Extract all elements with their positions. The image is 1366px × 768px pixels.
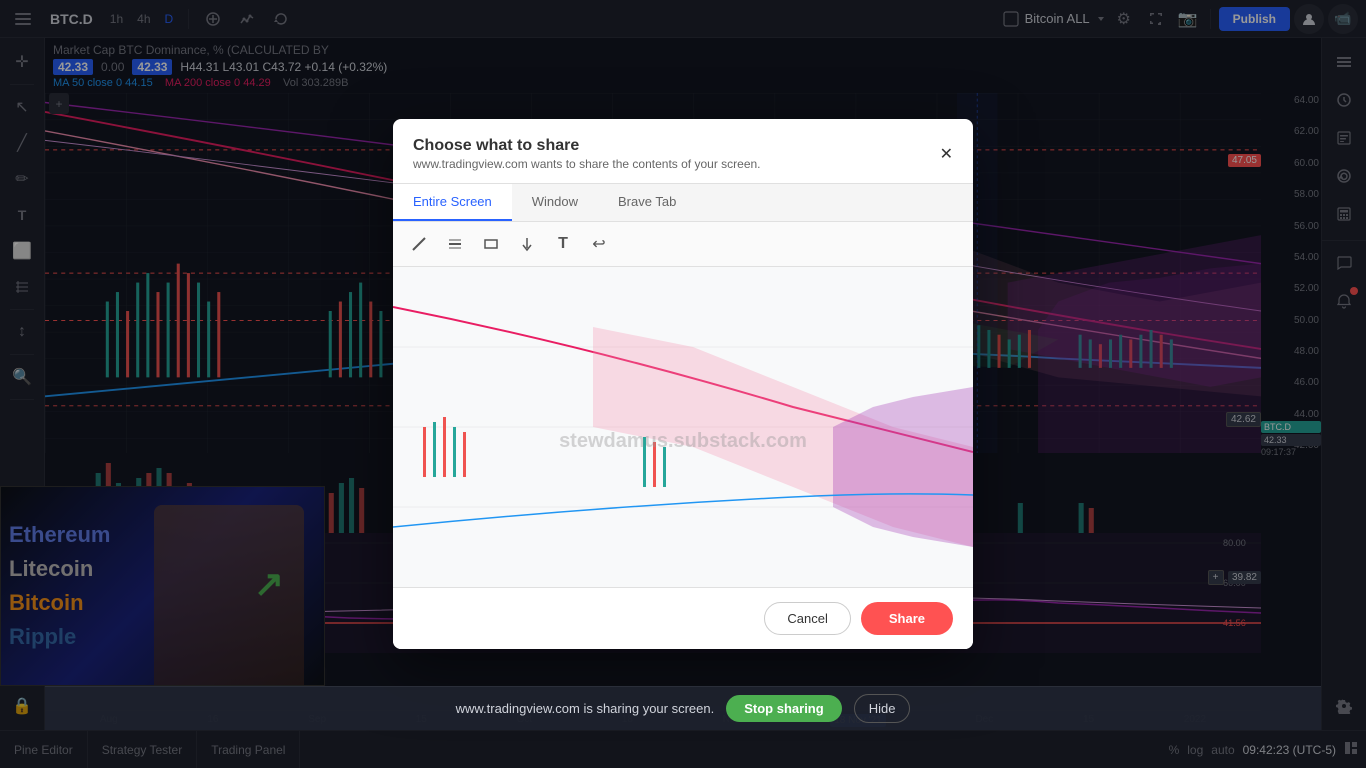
preview-chart: stewdamus.substack.com bbox=[393, 267, 973, 587]
share-button[interactable]: Share bbox=[861, 602, 953, 635]
tab-window[interactable]: Window bbox=[512, 184, 598, 221]
stop-sharing-button[interactable]: Stop sharing bbox=[726, 695, 841, 722]
undo-tool[interactable]: ↩ bbox=[585, 230, 613, 258]
hide-button[interactable]: Hide bbox=[854, 694, 911, 723]
draw-horizontal-tool[interactable] bbox=[441, 230, 469, 258]
tab-entire-screen[interactable]: Entire Screen bbox=[393, 184, 512, 221]
screen-share-message: www.tradingview.com is sharing your scre… bbox=[456, 701, 715, 716]
dialog-tabs: Entire Screen Window Brave Tab bbox=[393, 184, 973, 222]
dialog-header: Choose what to share www.tradingview.com… bbox=[393, 119, 973, 184]
dialog-header-text: Choose what to share www.tradingview.com… bbox=[413, 137, 761, 171]
dialog-content: stewdamus.substack.com bbox=[393, 267, 973, 587]
text-dialog-tool[interactable]: T bbox=[549, 230, 577, 258]
dialog-close-icon[interactable]: ✕ bbox=[940, 144, 953, 164]
cancel-button[interactable]: Cancel bbox=[764, 602, 850, 635]
dialog-subtitle: www.tradingview.com wants to share the c… bbox=[413, 157, 761, 171]
tab-brave[interactable]: Brave Tab bbox=[598, 184, 696, 221]
draw-line-tool[interactable] bbox=[405, 230, 433, 258]
share-dialog: Choose what to share www.tradingview.com… bbox=[393, 119, 973, 649]
modal-overlay: Choose what to share www.tradingview.com… bbox=[0, 0, 1366, 768]
draw-rectangle-tool[interactable] bbox=[477, 230, 505, 258]
dialog-tools: T ↩ bbox=[393, 222, 973, 267]
draw-arrow-tool[interactable] bbox=[513, 230, 541, 258]
screen-share-bar: www.tradingview.com is sharing your scre… bbox=[45, 686, 1321, 730]
svg-text:stewdamus.substack.com: stewdamus.substack.com bbox=[559, 430, 807, 452]
dialog-title: Choose what to share bbox=[413, 137, 761, 155]
dialog-footer: Cancel Share bbox=[393, 587, 973, 649]
